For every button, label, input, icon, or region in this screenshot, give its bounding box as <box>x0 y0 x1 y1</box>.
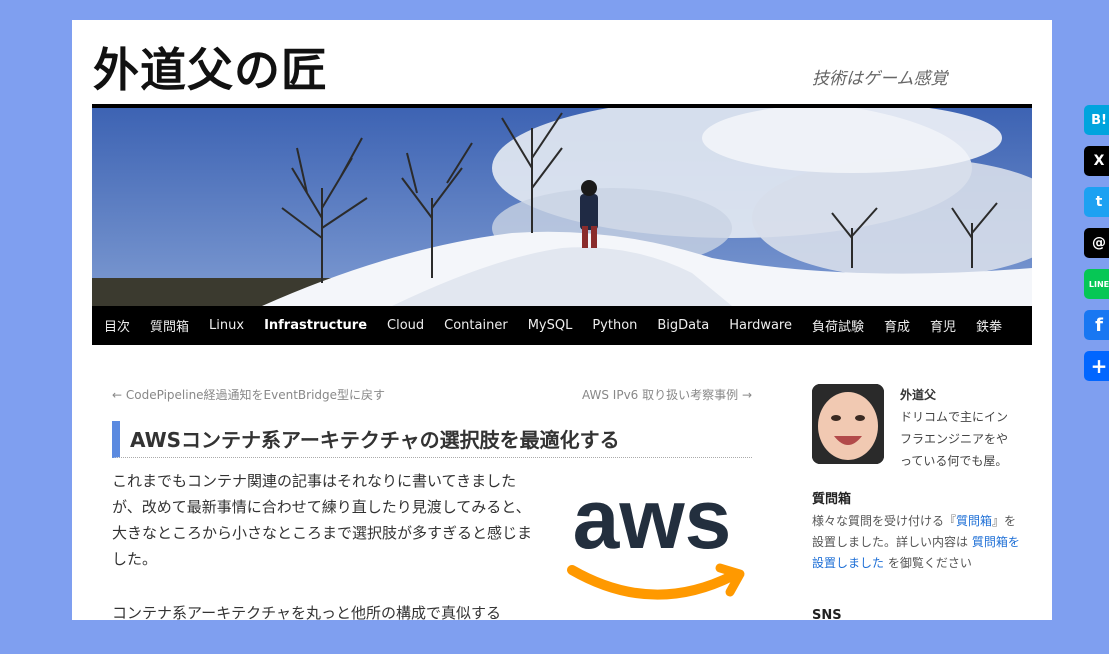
profile-avatar <box>812 384 884 464</box>
header-banner-image <box>92 104 1032 310</box>
nav-item-bigdata[interactable]: BigData <box>657 318 709 333</box>
site-description: 技術はゲーム感覚 <box>812 69 948 89</box>
page-container: 外道父の匠 技術はゲーム感覚 目次 質問箱 Linux Infrastructu… <box>72 20 1052 623</box>
widget-text-part: 様々な質問を受け付ける『 <box>812 514 957 528</box>
nav-item-hardware[interactable]: Hardware <box>729 318 792 333</box>
profile-name: 外道父 <box>900 388 937 402</box>
main-nav: 目次 質問箱 Linux Infrastructure Cloud Contai… <box>92 306 1032 345</box>
nav-item-training[interactable]: 育成 <box>884 316 910 335</box>
profile-description: ドリコムで主にインフラエンジニアをやっている何でも屋。 <box>900 410 1009 468</box>
question-box-widget: 質問箱 様々な質問を受け付ける『質問箱』を設置しました。詳しい内容は 質問箱を設… <box>812 488 1022 574</box>
x-icon[interactable]: X <box>1084 146 1109 176</box>
nav-item-python[interactable]: Python <box>592 318 637 333</box>
facebook-icon[interactable]: f <box>1084 310 1109 340</box>
line-icon[interactable]: LINE <box>1084 269 1109 299</box>
twitter-icon[interactable]: t <box>1084 187 1109 217</box>
next-post-link[interactable]: AWS IPv6 取り扱い考察事例 → <box>582 386 752 403</box>
nav-item-mysql[interactable]: MySQL <box>528 318 573 333</box>
nav-item-container[interactable]: Container <box>444 318 508 333</box>
nav-item-loadtest[interactable]: 負荷試験 <box>812 316 864 335</box>
entry-paragraph: これまでもコンテナ関連の記事はそれなりに書いてきましたが、改めて最新事情に合わせ… <box>112 472 533 568</box>
prev-post-link[interactable]: ← CodePipeline経過通知をEventBridge型に戻す <box>112 386 385 403</box>
threads-icon[interactable]: @ <box>1084 228 1109 258</box>
sns-widget-title: SNS <box>812 608 842 623</box>
nav-item-linux[interactable]: Linux <box>209 318 244 333</box>
entry-paragraph: コンテナ系アーキテクチャを丸っと他所の構成で真似する <box>112 604 501 622</box>
hatena-bookmark-icon[interactable]: B! <box>1084 105 1109 135</box>
entry-body: これまでもコンテナ関連の記事はそれなりに書いてきましたが、改めて最新事情に合わせ… <box>112 468 752 626</box>
widget-text-part: を御覧ください <box>884 556 972 570</box>
nav-item-tekken[interactable]: 鉄拳 <box>976 316 1002 335</box>
main-content: ← CodePipeline経過通知をEventBridge型に戻す AWS I… <box>112 386 752 654</box>
entry-title: AWSコンテナ系アーキテクチャの選択肢を最適化する <box>112 421 752 458</box>
widget-title: 質問箱 <box>812 492 852 507</box>
addtoany-share-icon[interactable]: + <box>1084 351 1109 381</box>
nav-item-toc[interactable]: 目次 <box>104 316 130 335</box>
aws-logo-text: aws <box>573 478 732 566</box>
nav-item-cloud[interactable]: Cloud <box>387 318 424 333</box>
widget-text: 様々な質問を受け付ける『質問箱』を設置しました。詳しい内容は 質問箱を設置しまし… <box>812 511 1022 574</box>
profile-text-block: 外道父 ドリコムで主にインフラエンジニアをやっている何でも屋。 <box>900 384 1012 472</box>
nav-item-infrastructure[interactable]: Infrastructure <box>264 318 367 333</box>
share-buttons: B! X t @ LINE f + <box>1084 105 1109 392</box>
nav-item-questions[interactable]: 質問箱 <box>150 316 189 335</box>
aws-logo-image: aws <box>552 472 752 612</box>
question-box-link[interactable]: 質問箱 <box>956 514 992 528</box>
nav-item-childcare[interactable]: 育児 <box>930 316 956 335</box>
site-title[interactable]: 外道父の匠 <box>93 34 328 100</box>
post-navigation: ← CodePipeline経過通知をEventBridge型に戻す AWS I… <box>112 386 752 403</box>
